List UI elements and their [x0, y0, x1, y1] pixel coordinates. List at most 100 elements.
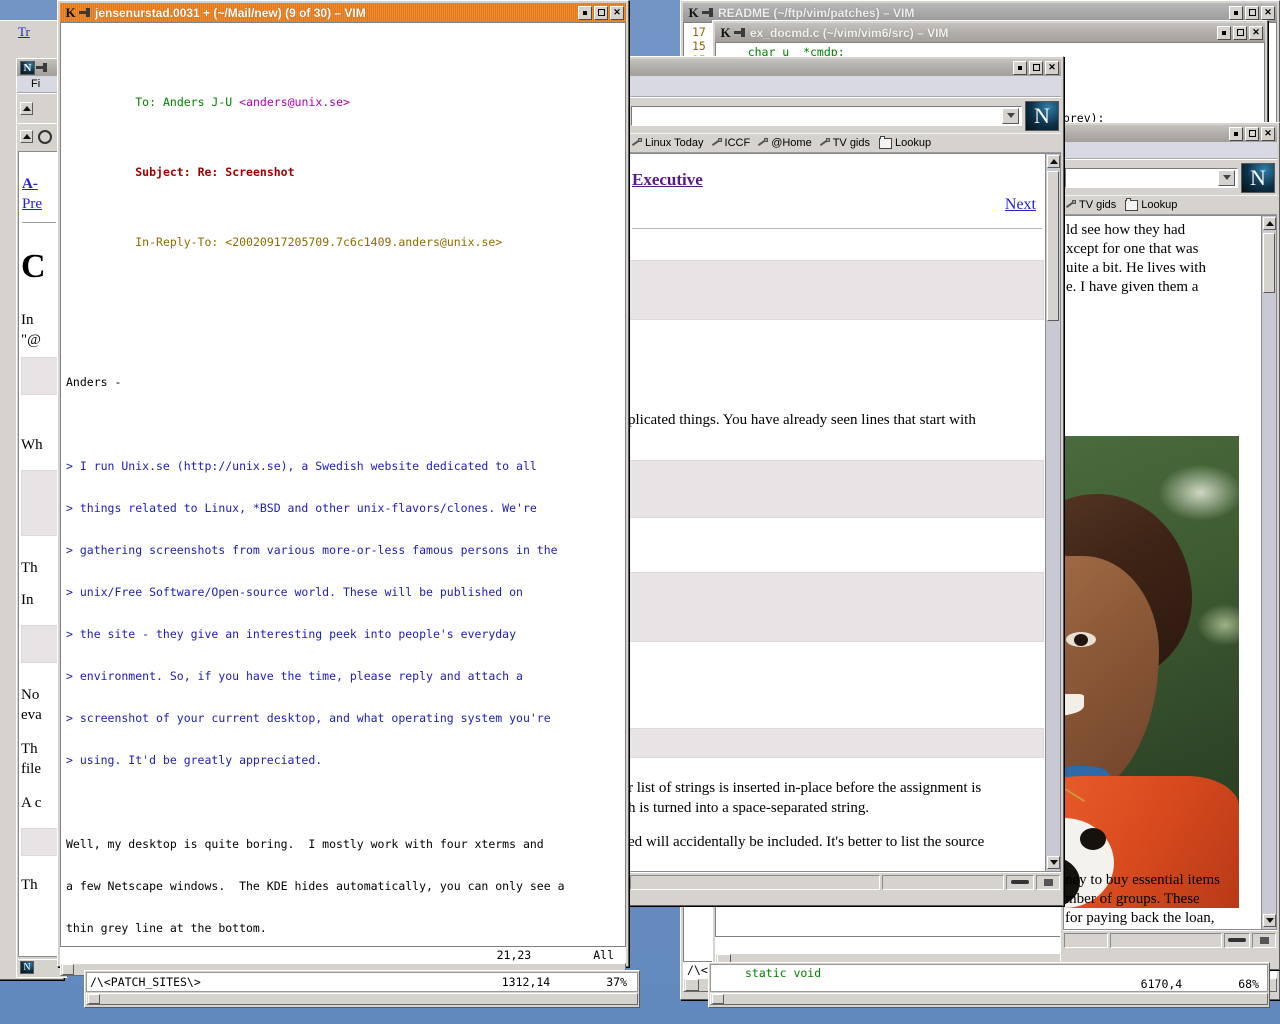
scroll-up-icon[interactable] [1263, 217, 1276, 230]
netscape-main-bookmarks[interactable]: Linux Today ICCF @Home TV gids Lookup [629, 133, 1061, 153]
back-left-frag-eva: eva [21, 707, 42, 723]
bookmark-linux-today[interactable]: Linux Today [633, 137, 704, 149]
netscape-right-bookmarks[interactable]: TV gids Lookup [1063, 195, 1277, 215]
vscroll-thumb[interactable] [1263, 233, 1275, 293]
back-left-link-pre[interactable]: Pre [22, 196, 42, 213]
readme-bottom-status-percent: 37% [606, 975, 627, 989]
mail-body-line: thin grey line at the bottom. [66, 921, 267, 935]
back-left-frag-in2: In [21, 592, 34, 608]
bookmark-pin-icon [759, 138, 769, 148]
minimize-icon[interactable] [578, 5, 592, 20]
mail-body-line: > things related to Linux, *BSD and othe… [66, 501, 537, 515]
close-icon[interactable]: ✕ [1045, 60, 1059, 75]
maximize-icon[interactable] [1245, 126, 1259, 141]
bookmark-folder-icon [879, 135, 892, 149]
header-inreplyto-label: In-Reply-To: [135, 235, 219, 249]
netscape-right-window-main[interactable]: ✕ N TV gids Lookup ld see how they had x… [1060, 122, 1280, 970]
mail-hscroll-thumb[interactable] [62, 964, 74, 975]
netscape-right-menubar[interactable] [1063, 142, 1277, 159]
exdocmd-bottom-hscrollbar[interactable] [710, 993, 1268, 1005]
exdocmd-titlebar[interactable]: K ex_docmd.c (~/vim/vim6/src) – VIM ✕ [715, 23, 1265, 42]
netscape-main-url-bar[interactable] [631, 105, 1022, 126]
page-rule [632, 228, 1042, 229]
back-left-link-a[interactable]: A- [22, 176, 38, 193]
readme-hscroll-thumb[interactable] [685, 979, 699, 991]
scroll-up-icon[interactable] [1047, 155, 1060, 168]
close-icon[interactable]: ✕ [1261, 126, 1275, 141]
bookmark-iccf[interactable]: ICCF [713, 137, 750, 149]
maximize-icon[interactable] [1233, 25, 1247, 40]
minimize-icon[interactable] [1013, 60, 1027, 75]
netscape-logo-icon[interactable]: N [1025, 100, 1059, 131]
executive-link[interactable]: Executive [632, 170, 703, 190]
close-icon[interactable]: ✕ [1261, 5, 1275, 20]
scroll-down-icon[interactable] [1047, 856, 1060, 869]
pin-icon[interactable] [701, 6, 715, 20]
back-button[interactable] [20, 102, 33, 115]
bookmark-lookup[interactable]: Lookup [1125, 197, 1177, 211]
scroll-down-icon[interactable] [1263, 914, 1276, 927]
pin-icon[interactable] [78, 6, 92, 20]
lock-open-icon[interactable] [1036, 874, 1060, 890]
netscape-logo-icon: N [20, 60, 35, 75]
home-button[interactable] [20, 130, 33, 143]
netscape-main-menubar[interactable] [629, 76, 1061, 97]
bookmark-at-home[interactable]: @Home [759, 137, 812, 149]
netscape-main-page[interactable]: Executive Next plicated things. You have… [629, 153, 1061, 872]
lock-open-icon[interactable] [1252, 932, 1276, 948]
netscape-right-vscrollbar[interactable] [1261, 216, 1276, 929]
maximize-icon[interactable] [1245, 5, 1259, 20]
readme-bottom-status-text: /\<PATCH_SITES\> [90, 975, 201, 989]
chevron-down-icon[interactable] [1002, 107, 1019, 124]
bookmark-tv-gids[interactable]: TV gids [821, 137, 870, 149]
chevron-down-icon[interactable] [1218, 169, 1235, 186]
right-para-4: e. I have given them a [1066, 279, 1199, 295]
exdocmd-bottom-code-line: static void [745, 966, 822, 980]
netscape-right-toolbar[interactable]: N [1063, 159, 1277, 195]
url-input[interactable] [632, 106, 1002, 125]
netscape-right-url-bar[interactable] [1065, 167, 1238, 188]
right-bottom-para-2: mber of groups. These [1065, 891, 1200, 907]
pin-icon[interactable] [35, 61, 49, 75]
netscape-right-titlebar[interactable]: ✕ [1063, 125, 1277, 142]
netscape-main-titlebar[interactable]: ✕ [629, 59, 1061, 76]
minimize-icon[interactable] [1229, 5, 1243, 20]
back-left-frag-in: In [21, 312, 34, 328]
bookmark-lookup[interactable]: Lookup [879, 135, 931, 149]
netscape-right-statusbar [1063, 930, 1277, 949]
netscape-main-window[interactable]: ✕ N Linux Today ICCF @Home TV gids Looku… [626, 56, 1064, 906]
mail-titlebar[interactable]: K jensenurstad.0031 + (~/Mail/new) (9 of… [60, 3, 626, 22]
menu-file[interactable]: Fi [31, 78, 40, 90]
code-block-3 [630, 572, 1044, 642]
code-block-4 [630, 728, 1044, 758]
bookmark-pin-icon [633, 138, 642, 148]
back-left-heading-c: C [21, 248, 46, 285]
url-input[interactable] [1066, 168, 1218, 187]
exdocmd-bottom-hscroll-thumb[interactable] [712, 994, 724, 1004]
close-icon[interactable]: ✕ [1249, 25, 1263, 40]
minimize-icon[interactable] [1229, 126, 1243, 141]
maximize-icon[interactable] [594, 5, 608, 20]
netscape-right-page[interactable]: ld see how they had xcept for one that w… [1063, 215, 1277, 930]
bookmark-pin-icon [713, 138, 722, 148]
next-link[interactable]: Next [1005, 196, 1036, 214]
mail-text-area[interactable]: To: Anders J-U <anders@unix.se> Subject:… [60, 22, 626, 947]
minimize-icon[interactable] [1217, 25, 1231, 40]
bookmark-tv-gids[interactable]: TV gids [1067, 199, 1116, 211]
pin-icon[interactable] [733, 26, 747, 40]
readme-bottom-hscroll-thumb[interactable] [88, 994, 100, 1004]
netscape-logo-icon[interactable]: N [1241, 162, 1275, 193]
search-icon[interactable] [38, 129, 52, 144]
mail-vim-window[interactable]: K jensenurstad.0031 + (~/Mail/new) (9 of… [57, 0, 629, 976]
mail-status-percent: All [593, 948, 614, 962]
readme-bottom-hscrollbar[interactable] [86, 993, 638, 1005]
close-icon[interactable]: ✕ [610, 5, 624, 20]
mail-body-line: > the site - they give an interesting pe… [66, 627, 517, 641]
netscape-back-left-window[interactable]: Tr N Fi A- Pre C In "@ Wh Th In No eva T… [0, 20, 68, 980]
netscape-main-vscrollbar[interactable] [1045, 154, 1060, 871]
maximize-icon[interactable] [1029, 60, 1043, 75]
vscroll-thumb[interactable] [1047, 171, 1059, 321]
exdocmd-title: ex_docmd.c (~/vim/vim6/src) – VIM [750, 25, 949, 40]
back-left-frag-file: file [21, 761, 41, 777]
netscape-main-toolbar[interactable]: N [629, 97, 1061, 133]
